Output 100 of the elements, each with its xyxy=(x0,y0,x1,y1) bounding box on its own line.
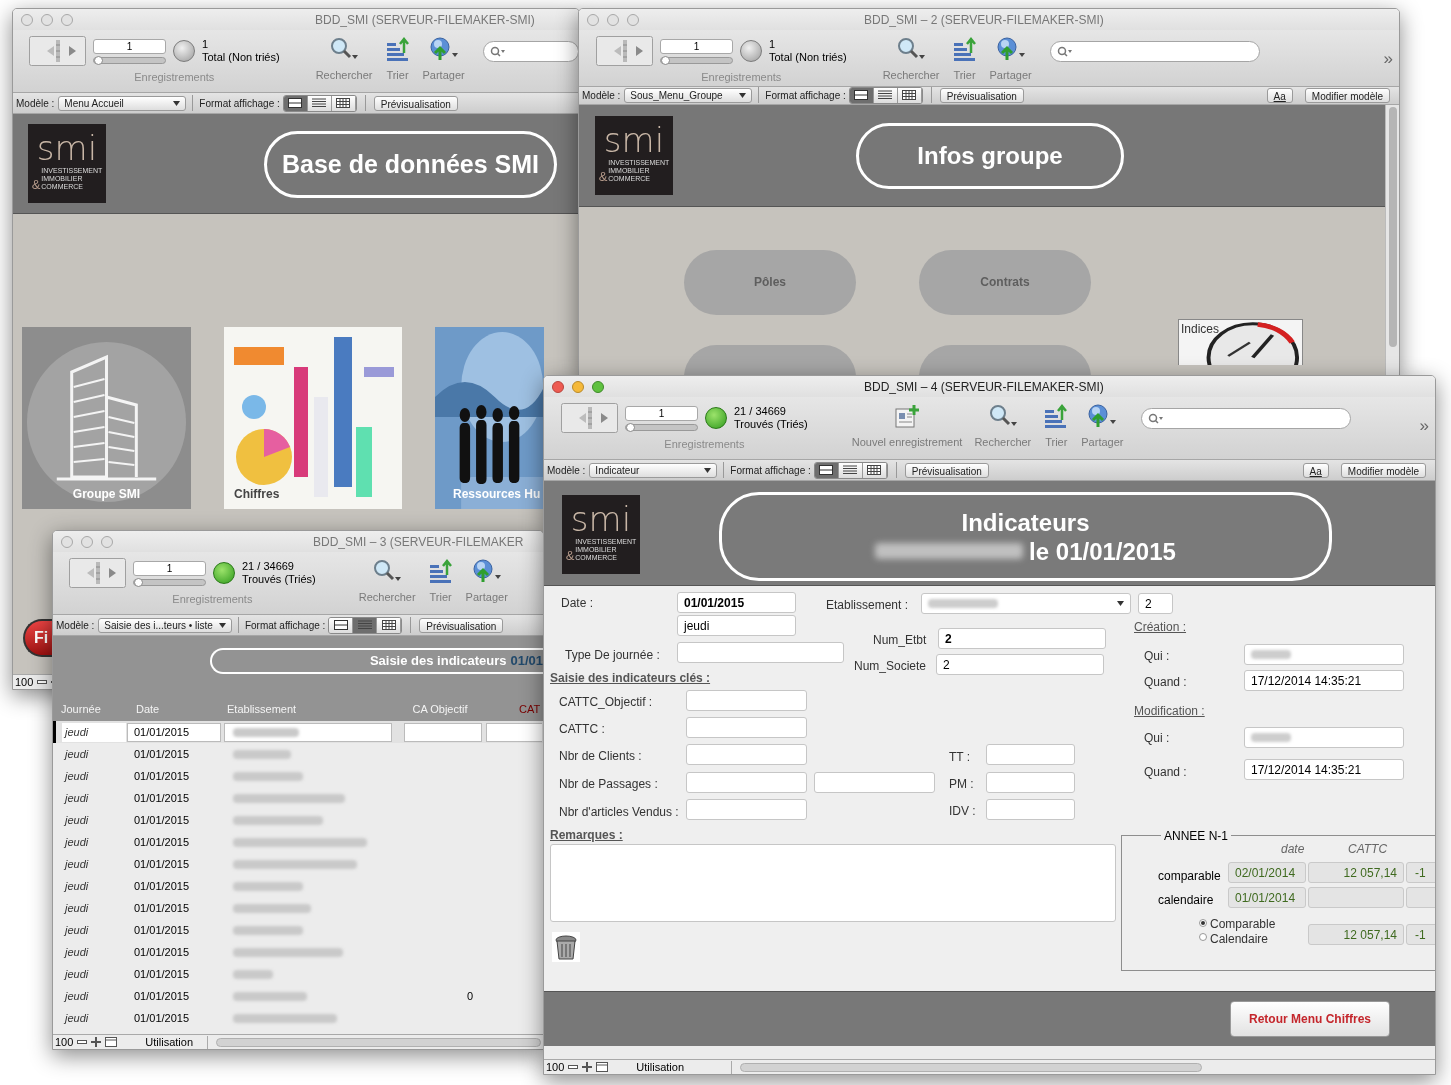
input-field[interactable]: 17/12/2014 14:35:21 xyxy=(1244,670,1404,691)
table-cell-text: 01/01/2015 xyxy=(133,746,191,762)
field-label: Type De journée : xyxy=(565,647,660,664)
layout-dropdown[interactable]: Sous_Menu_Groupe xyxy=(624,87,753,103)
page-heading: Base de données SMI xyxy=(264,131,557,198)
table-row[interactable]: jeudi 01/01/2015 xyxy=(53,787,543,809)
preview-button[interactable]: Prévisualisation xyxy=(373,95,458,111)
column-header: date xyxy=(1281,841,1305,858)
zoom-level[interactable]: 100 xyxy=(55,1035,74,1049)
column-header: Journée xyxy=(60,701,102,717)
table-row[interactable]: jeudi 01/01/2015 xyxy=(53,765,543,787)
toolbar-button[interactable]: Modifier modèle xyxy=(1304,87,1390,103)
section-link[interactable]: Modification : xyxy=(1134,702,1205,720)
toolbar-overflow-button[interactable]: » xyxy=(1419,417,1429,434)
input-field[interactable]: 01/01/2014 xyxy=(1228,887,1306,908)
zoom-level[interactable]: 100 xyxy=(546,1060,565,1074)
view-format-label: Format affichage : xyxy=(765,88,846,103)
input-field[interactable]: 17/12/2014 14:35:21 xyxy=(1244,759,1404,780)
back-button[interactable]: Retour Menu Chiffres xyxy=(1230,1001,1390,1037)
table-cell-text: 01/01/2015 xyxy=(133,900,191,916)
layout-label: Modèle : xyxy=(16,96,55,111)
window-title: BDD_SMI – 4 (SERVEUR-FILEMAKER-SMI) xyxy=(864,378,1104,396)
input-field[interactable]: 12 057,14 xyxy=(1308,862,1404,883)
section-title: Saisie des indicateurs clés : xyxy=(550,670,711,687)
mode-label: Utilisation xyxy=(636,1060,733,1074)
table-cell-text: 01/01/2015 xyxy=(133,988,191,1004)
input-field[interactable]: 2 xyxy=(936,654,1104,675)
record-count: 21 / 34669 xyxy=(242,560,295,573)
table-row[interactable]: jeudi 01/01/2015 xyxy=(53,809,543,831)
window-title: BDD_SMI – 3 (SERVEUR-FILEMAKER xyxy=(313,533,524,551)
view-format-label: Format affichage : xyxy=(199,96,280,111)
table-row[interactable]: jeudi 01/01/2015 xyxy=(53,875,543,897)
record-number-field[interactable]: 1 xyxy=(625,405,698,421)
layout-dropdown[interactable]: Menu Accueil xyxy=(58,95,187,111)
zoom-level[interactable]: 100 xyxy=(15,675,34,689)
preview-button[interactable]: Prévisualisation xyxy=(939,87,1024,103)
page-heading: Saisie des indicateurs xyxy=(369,652,507,671)
input-field[interactable]: 2 xyxy=(1138,593,1173,614)
table-cell-text: 01/01/2015 xyxy=(133,812,191,828)
input-field[interactable]: 02/01/2014 xyxy=(1228,862,1306,883)
record-count: 1 xyxy=(769,38,777,51)
input-field[interactable]: -1 xyxy=(1406,862,1435,883)
menu-tile[interactable]: Indices xyxy=(1178,318,1303,365)
table-cell-text: jeudi xyxy=(63,878,90,894)
table-cell-text: jeudi xyxy=(63,944,90,960)
toolbar-button[interactable]: Modifier modèle xyxy=(1340,462,1426,478)
field-label: Etablissement : xyxy=(826,597,909,614)
input-field[interactable]: -1 xyxy=(1406,924,1435,945)
field-label: Qui : xyxy=(1144,730,1170,747)
preview-button[interactable]: Prévisualisation xyxy=(904,462,989,478)
layout-dropdown[interactable]: Indicateur xyxy=(589,462,718,478)
record-number-field[interactable]: 1 xyxy=(93,38,166,54)
toolbar-overflow-button[interactable]: » xyxy=(1383,50,1393,67)
input-field[interactable]: 12 057,14 xyxy=(1308,924,1404,945)
record-number-field[interactable]: 1 xyxy=(660,38,733,54)
table-row[interactable]: jeudi 01/01/2015 xyxy=(53,831,543,853)
table-row[interactable]: jeudi 01/01/2015 xyxy=(53,897,543,919)
field-label: Nbr de Passages : xyxy=(559,776,658,793)
table-row[interactable]: jeudi 01/01/2015 xyxy=(53,853,543,875)
table-row[interactable]: jeudi 01/01/2015 xyxy=(53,919,543,941)
field-label: Nbr d'articles Vendus : xyxy=(559,804,679,821)
column-header: CAT xyxy=(518,701,539,717)
table-cell-text: jeudi xyxy=(63,988,90,1004)
record-number-field[interactable]: 1 xyxy=(133,560,206,576)
table-row[interactable]: jeudi 01/01/2015 xyxy=(53,1007,543,1029)
heading-date: 01/01 xyxy=(510,652,543,671)
table-cell-text: 01/01/2015 xyxy=(133,768,191,784)
layout-dropdown[interactable]: Saisie des i...teurs • liste xyxy=(98,617,232,633)
table-row[interactable]: jeudi 01/01/2015 xyxy=(53,963,543,985)
row-label: comparable xyxy=(1158,868,1221,885)
input-field[interactable]: 01/01/2015 xyxy=(677,592,796,613)
layout-label: Modèle : xyxy=(582,88,621,103)
toolbar-button[interactable]: Aa xyxy=(1266,87,1293,103)
records-label: Enregistrements xyxy=(664,437,745,452)
window-title: BDD_SMI (SERVEUR-FILEMAKER-SMI) xyxy=(315,11,535,29)
menu-tile[interactable]: Chiffres xyxy=(224,327,402,509)
field-label: Quand : xyxy=(1144,764,1187,781)
section-title: Remarques : xyxy=(550,827,623,844)
field-label: Qui : xyxy=(1144,648,1170,665)
input-field[interactable]: 2 xyxy=(938,628,1106,649)
table-row[interactable]: jeudi 01/01/2015 0 xyxy=(53,985,543,1007)
section-link[interactable]: Création : xyxy=(1134,618,1187,636)
table-cell-text: 01/01/2015 xyxy=(133,944,191,960)
field-label: CATTC_Objectif : xyxy=(559,694,653,711)
table-cell-text: 01/01/2015 xyxy=(133,834,191,850)
row-label: calendaire xyxy=(1158,892,1214,909)
input-field[interactable]: jeudi xyxy=(677,615,796,636)
record-count-label: Total (Non triés) xyxy=(769,51,847,64)
field-label: PM : xyxy=(949,776,974,793)
round-button[interactable]: Fi xyxy=(23,619,53,657)
table-row[interactable]: jeudi 01/01/2015 xyxy=(53,743,543,765)
table-cell-text: jeudi xyxy=(63,768,90,784)
toolbar-button[interactable]: Aa xyxy=(1302,462,1329,478)
table-row[interactable]: jeudi 01/01/2015 xyxy=(53,941,543,963)
radio-label: Calendaire xyxy=(1210,931,1269,948)
record-count-label: Trouvés (Triés) xyxy=(242,573,316,586)
table-row[interactable]: jeudi 01/01/2015 xyxy=(53,721,543,743)
table-cell-text: jeudi xyxy=(63,900,90,916)
field-label: CATTC : xyxy=(559,721,605,738)
preview-button[interactable]: Prévisualisation xyxy=(419,617,504,633)
